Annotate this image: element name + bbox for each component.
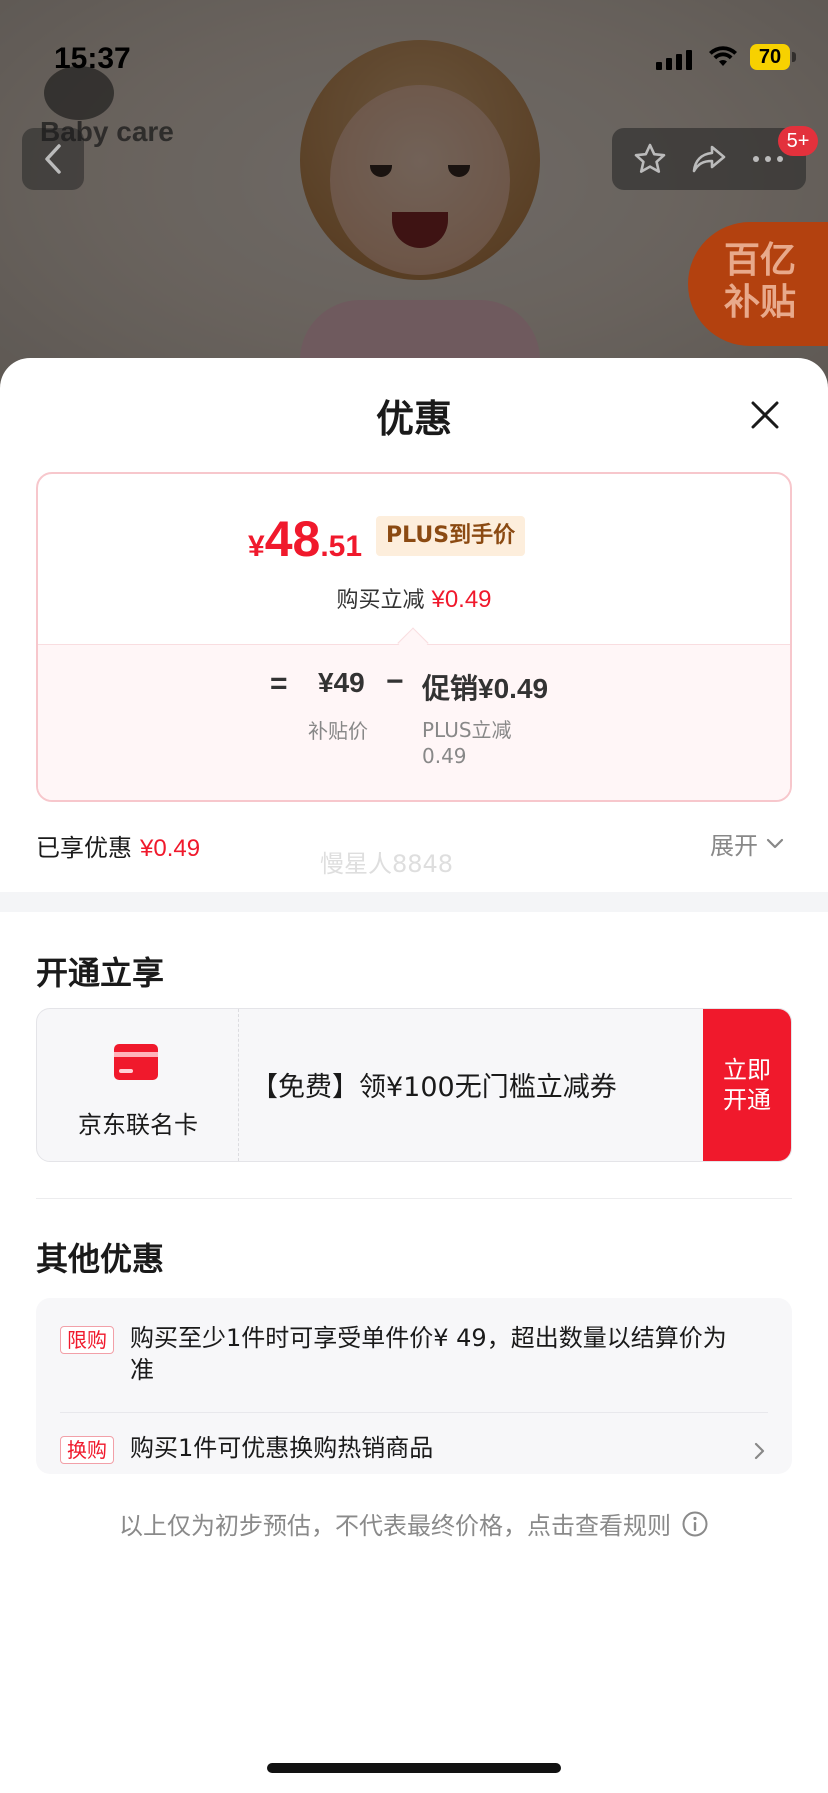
top-actions-bar <box>612 128 806 190</box>
subsidy-badge[interactable]: 百亿 补贴 <box>688 222 828 346</box>
home-indicator[interactable] <box>267 1763 561 1773</box>
price-breakdown: = ¥49 补贴价 − 促销¥0.49 PLUS立减 0.49 <box>38 644 790 800</box>
more-dots-icon <box>753 156 784 162</box>
price-decimal: .51 <box>320 530 363 563</box>
subsidy-price-label: 补贴价 <box>308 719 368 743</box>
purchase-limit-tag: 限购 <box>60 1326 114 1354</box>
promotion-label: 促销 <box>422 672 479 705</box>
info-icon <box>682 1511 708 1536</box>
promotion-value: ¥0.49 <box>478 673 549 704</box>
expand-label: 展开 <box>710 832 758 860</box>
expand-button[interactable]: 展开 <box>710 826 784 861</box>
minus-sign: − <box>386 665 404 698</box>
open-benefit-title: 开通立享 <box>36 954 165 992</box>
co-brand-card-info: 京东联名卡 <box>37 1009 239 1161</box>
other-discounts-title: 其他优惠 <box>36 1240 165 1278</box>
exchange-purchase-text: 购买1件可优惠换购热销商品 <box>130 1434 434 1462</box>
purchase-limit-text: 购买至少1件时可享受单件价¥ 49，超出数量以结算价为准 <box>130 1324 727 1384</box>
cellular-signal-icon <box>656 48 692 70</box>
disclaimer-text: 以上仅为初步预估，不代表最终价格，点击查看规则 <box>119 1512 671 1540</box>
brand-logo-text: Baby care <box>40 116 174 147</box>
instant-reduction-amount: ¥0.49 <box>431 586 492 613</box>
wifi-icon <box>709 46 737 66</box>
credit-card-icon <box>114 1044 158 1080</box>
promotion-detail-value: 0.49 <box>422 744 467 768</box>
co-brand-card-offer[interactable]: 京东联名卡 【免费】领¥100无门槛立减券 立即开通 <box>36 1008 792 1162</box>
currency-symbol: ¥ <box>248 530 265 563</box>
status-time: 15:37 <box>54 42 131 75</box>
message-count-badge: 5+ <box>778 126 818 156</box>
promotion-detail-label: PLUS立减 <box>422 718 512 742</box>
status-bar: 15:37 70 <box>0 38 828 78</box>
subsidy-badge-line2: 补贴 <box>724 282 797 323</box>
other-discounts-list: 限购 购买至少1件时可享受单件价¥ 49，超出数量以结算价为准 换购 购买1件可… <box>36 1298 792 1474</box>
open-now-button[interactable]: 立即开通 <box>703 1009 791 1161</box>
row-divider <box>60 1412 768 1413</box>
exchange-purchase-row[interactable]: 换购 购买1件可优惠换购热销商品 <box>60 1434 768 1468</box>
share-button[interactable] <box>686 136 732 182</box>
user-watermark: 慢星人8848 <box>320 850 454 878</box>
price-disclaimer[interactable]: 以上仅为初步预估，不代表最终价格，点击查看规则 <box>0 1506 828 1541</box>
coupon-offer-text: 【免费】领¥100无门槛立减券 <box>251 1072 617 1103</box>
exchange-purchase-tag: 换购 <box>60 1436 114 1464</box>
plus-price-tag: PLUS到手价 <box>376 516 526 556</box>
section-divider <box>36 1198 792 1199</box>
price-card: ¥48.51 PLUS到手价 购买立减 ¥0.49 = ¥49 补贴价 − 促销… <box>36 472 792 802</box>
battery-tip-icon <box>792 52 796 62</box>
close-icon[interactable] <box>744 394 786 436</box>
list-item: 限购 购买至少1件时可享受单件价¥ 49，超出数量以结算价为准 <box>60 1324 768 1386</box>
promotion: 促销¥0.49 <box>422 667 548 707</box>
discount-sheet: 优惠 ¥48.51 PLUS到手价 购买立减 ¥0.49 = ¥49 补贴价 −… <box>0 358 828 1793</box>
final-price-area: ¥48.51 PLUS到手价 购买立减 ¥0.49 <box>38 474 790 644</box>
chevron-down-icon <box>766 838 784 848</box>
chevron-left-icon <box>45 144 61 174</box>
star-icon <box>634 143 665 173</box>
battery-level: 70 <box>750 44 790 70</box>
enjoyed-discount-label: 已享优惠 <box>36 834 132 862</box>
co-brand-card-name: 京东联名卡 <box>78 1111 198 1139</box>
favorite-button[interactable] <box>627 136 673 182</box>
share-icon <box>692 145 726 173</box>
subsidy-badge-line1: 百亿 <box>724 240 797 281</box>
promotion-detail: PLUS立减 0.49 <box>422 717 512 769</box>
chevron-right-icon <box>754 1442 765 1460</box>
instant-reduction: 购买立减 ¥0.49 <box>38 582 790 614</box>
price-integer: 48 <box>264 511 321 567</box>
final-price: ¥48.51 <box>248 510 362 568</box>
instant-reduction-label: 购买立减 <box>336 588 425 613</box>
enjoyed-discount: 已享优惠 ¥0.49 <box>36 828 200 863</box>
equals-sign: = <box>270 667 288 700</box>
section-separator <box>0 892 828 912</box>
subsidy-price: ¥49 <box>318 667 365 698</box>
sheet-title: 优惠 <box>375 397 452 441</box>
enjoyed-discount-amount: ¥0.49 <box>140 835 201 862</box>
